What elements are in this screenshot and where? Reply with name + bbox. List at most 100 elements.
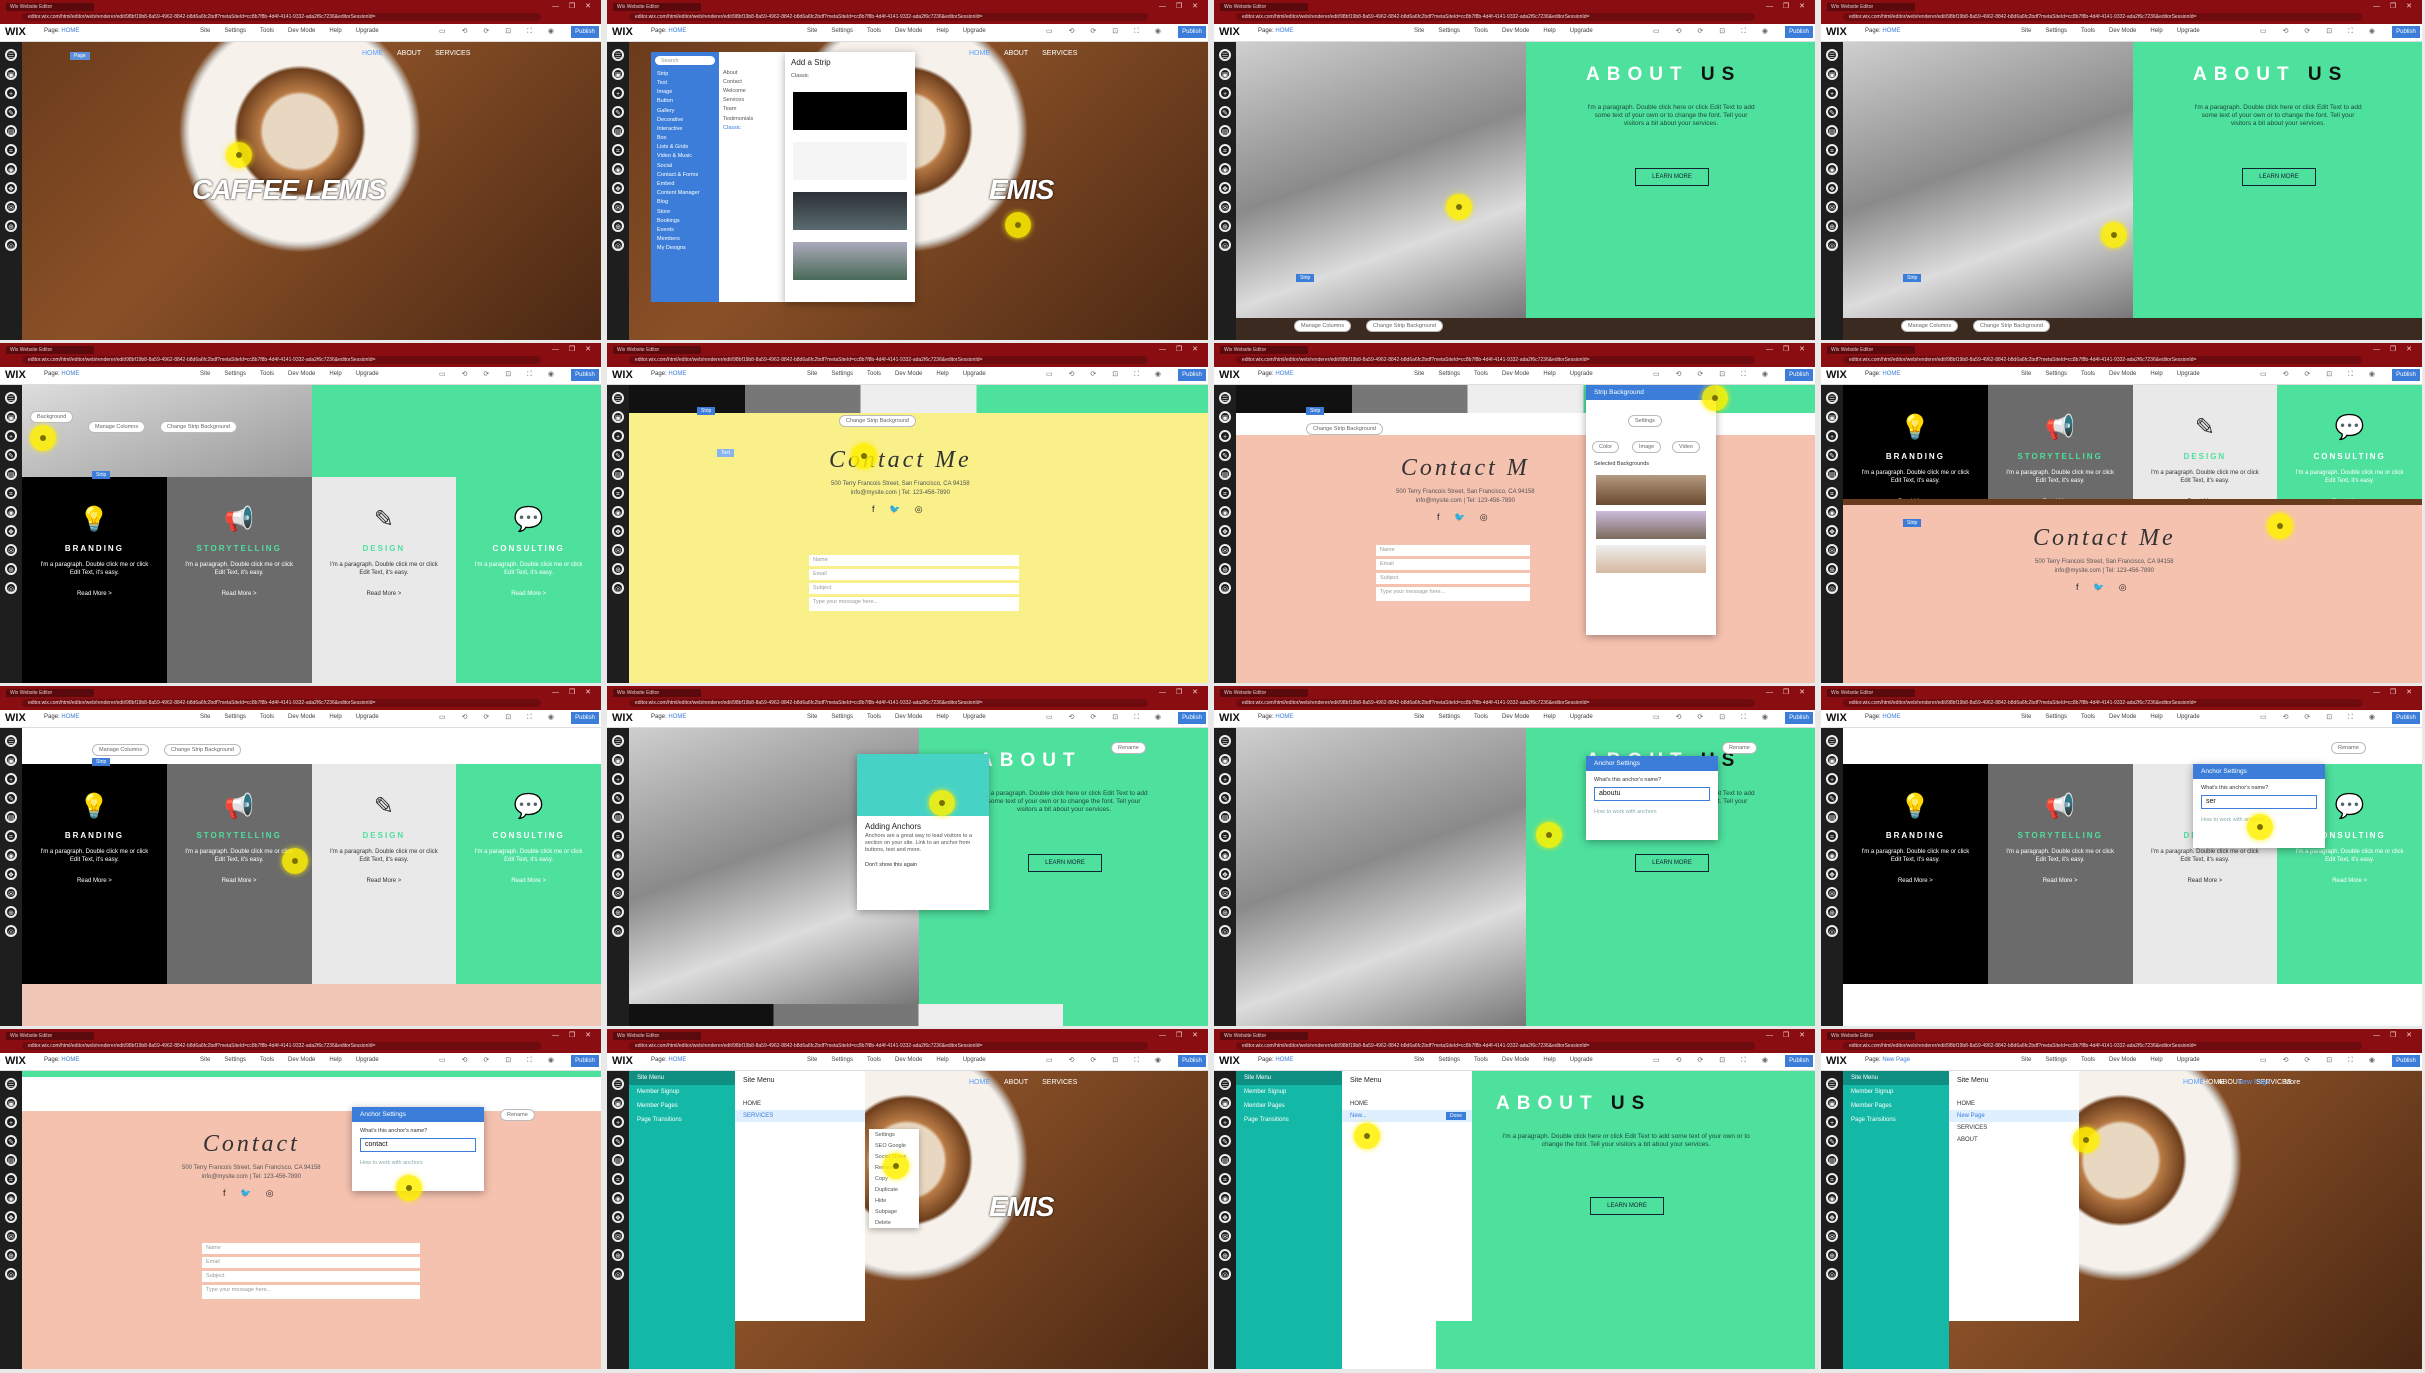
left-tool-icon[interactable]: ▤ [1219, 811, 1231, 823]
strip-subcategory[interactable]: Classic [719, 123, 785, 132]
window-controls[interactable]: — ❐ ✕ [1159, 345, 1202, 353]
left-tool-icon[interactable]: ▣ [1219, 411, 1231, 423]
nav-services[interactable]: SERVICES [435, 50, 470, 57]
form-field-4[interactable]: Type your message here... [1376, 587, 1530, 601]
browser-tab[interactable]: Wix Website Editor [1220, 689, 1308, 697]
menu-item-tools[interactable]: Tools [867, 1057, 881, 1063]
menu-item-settings[interactable]: Settings [831, 371, 853, 377]
window-controls[interactable]: — ❐ ✕ [1766, 345, 1809, 353]
address-bar[interactable]: editor.wix.com/html/editor/web/renderer/… [22, 356, 541, 364]
add-category[interactable]: Button [651, 97, 719, 106]
anchor-name-input[interactable]: ser [2201, 795, 2317, 809]
strip-subcategory[interactable]: About [719, 68, 785, 77]
menu-item-upgrade[interactable]: Upgrade [356, 371, 379, 377]
menu-item-site[interactable]: Site [200, 371, 210, 377]
menu-item-site[interactable]: Site [2021, 371, 2031, 377]
left-tool-icon[interactable]: ✎ [612, 1135, 624, 1147]
left-tool-icon[interactable]: ⊕ [612, 1249, 624, 1261]
page-selector[interactable]: Page: HOME [1865, 371, 1900, 377]
site-menu-nav-item[interactable]: Page Transitions [1236, 1113, 1342, 1127]
left-tool-icon[interactable]: ◉ [1219, 1192, 1231, 1204]
form-field-1[interactable]: Name [809, 555, 1019, 566]
rename-button[interactable]: Rename [1722, 742, 1757, 754]
menu-item-tools[interactable]: Tools [867, 371, 881, 377]
left-tool-icon[interactable]: + [5, 87, 17, 99]
toolbar-icons[interactable]: ▭ ⟲ ⟳ ⊡ ⛶ ◉ [439, 27, 561, 36]
toolbar-icons[interactable]: ▭ ⟲ ⟳ ⊡ ⛶ ◉ [2260, 370, 2382, 379]
strip-subcategory[interactable]: Welcome [719, 86, 785, 95]
add-category[interactable]: Members [651, 235, 719, 244]
left-tool-icon[interactable]: ⊕ [1826, 1249, 1838, 1261]
window-controls[interactable]: — ❐ ✕ [2373, 1031, 2416, 1039]
toolbar-icons[interactable]: ▭ ⟲ ⟳ ⊡ ⛶ ◉ [439, 370, 561, 379]
toolbar-icons[interactable]: ▭ ⟲ ⟳ ⊡ ⛶ ◉ [439, 1056, 561, 1065]
menu-item-help[interactable]: Help [2150, 1057, 2162, 1063]
change-strip-background-button[interactable]: Change Strip Background [1366, 320, 1443, 332]
read-more-link[interactable]: Read More > [456, 878, 601, 884]
left-tool-icon[interactable]: ✎ [1826, 449, 1838, 461]
nav-home[interactable]: HOME [969, 1079, 990, 1086]
left-tool-icon[interactable]: ⊕ [1826, 220, 1838, 232]
form-field-1[interactable]: Name [202, 1243, 420, 1254]
menu-item-settings[interactable]: Settings [224, 371, 246, 377]
site-menu-nav-item[interactable]: Member Signup [1236, 1085, 1342, 1099]
rename-button[interactable]: Rename [500, 1109, 535, 1121]
left-tool-icon[interactable]: + [1219, 1116, 1231, 1128]
strip-thumbnail-mountain[interactable] [793, 242, 907, 280]
address-bar[interactable]: editor.wix.com/html/editor/web/renderer/… [22, 1042, 541, 1050]
left-tool-icon[interactable]: ▣ [1219, 68, 1231, 80]
left-tool-icon[interactable]: + [5, 1116, 17, 1128]
menu-item-dev-mode[interactable]: Dev Mode [895, 1057, 922, 1063]
left-tool-icon[interactable]: + [1219, 87, 1231, 99]
social-icons[interactable]: f 🐦 ◎ [182, 1188, 321, 1199]
window-controls[interactable]: — ❐ ✕ [552, 1031, 595, 1039]
manage-columns-button[interactable]: Manage Columns [1901, 320, 1959, 332]
left-tool-icon[interactable]: ◎ [5, 239, 17, 251]
window-controls[interactable]: — ❐ ✕ [1159, 688, 1202, 696]
menu-item-help[interactable]: Help [1543, 371, 1555, 377]
left-tool-icon[interactable]: ◉ [1219, 163, 1231, 175]
hero-title[interactable]: CAFFEE LEMIS [192, 174, 386, 206]
menu-item-site[interactable]: Site [1414, 371, 1424, 377]
left-tool-icon[interactable]: ❖ [1219, 525, 1231, 537]
left-tool-icon[interactable]: ☰ [5, 735, 17, 747]
left-tool-icon[interactable]: ⌗ [612, 144, 624, 156]
nav-new-page[interactable]: New Page [2238, 1079, 2270, 1086]
left-tool-icon[interactable]: ◎ [1826, 582, 1838, 594]
left-tool-icon[interactable]: ◎ [5, 582, 17, 594]
nav-home[interactable]: HOME [362, 50, 383, 57]
menu-item-help[interactable]: Help [936, 371, 948, 377]
menu-item-site[interactable]: Site [807, 714, 817, 720]
nav-services[interactable]: SERVICES [1042, 50, 1077, 57]
left-tool-icon[interactable]: ✉ [1219, 887, 1231, 899]
browser-tab[interactable]: Wix Website Editor [613, 1032, 701, 1040]
menu-item-settings[interactable]: Settings [831, 28, 853, 34]
menu-item-tools[interactable]: Tools [1474, 371, 1488, 377]
context-item[interactable]: Delete [869, 1217, 919, 1228]
left-tool-icon[interactable]: ⌗ [5, 144, 17, 156]
read-more-link[interactable]: Read More > [312, 878, 457, 884]
left-tool-icon[interactable]: ◉ [5, 1192, 17, 1204]
left-tool-icon[interactable]: ✉ [612, 544, 624, 556]
browser-tab[interactable]: Wix Website Editor [6, 3, 94, 11]
menu-item-upgrade[interactable]: Upgrade [963, 28, 986, 34]
page-selector[interactable]: Page: HOME [651, 28, 686, 34]
left-tool-icon[interactable]: ⊕ [5, 906, 17, 918]
menu-item-upgrade[interactable]: Upgrade [963, 714, 986, 720]
publish-button[interactable]: Publish [1785, 712, 1813, 724]
left-tool-icon[interactable]: ✉ [1826, 887, 1838, 899]
menu-item-settings[interactable]: Settings [224, 714, 246, 720]
menu-item-site[interactable]: Site [200, 1057, 210, 1063]
read-more-link[interactable]: Read More > [1843, 878, 1988, 884]
address-bar[interactable]: editor.wix.com/html/editor/web/renderer/… [1236, 356, 1755, 364]
left-tool-icon[interactable]: ✉ [1219, 201, 1231, 213]
left-tool-icon[interactable]: ☰ [1826, 392, 1838, 404]
site-menu-nav-item[interactable]: Site Menu [629, 1071, 735, 1085]
menu-item-settings[interactable]: Settings [831, 1057, 853, 1063]
add-category[interactable]: Social [651, 161, 719, 170]
left-tool-icon[interactable]: ✉ [5, 887, 17, 899]
change-strip-background-button[interactable]: Change Strip Background [164, 744, 241, 756]
publish-button[interactable]: Publish [571, 369, 599, 381]
rename-button[interactable]: Rename [1111, 742, 1146, 754]
social-icons[interactable]: f 🐦 ◎ [829, 504, 972, 515]
